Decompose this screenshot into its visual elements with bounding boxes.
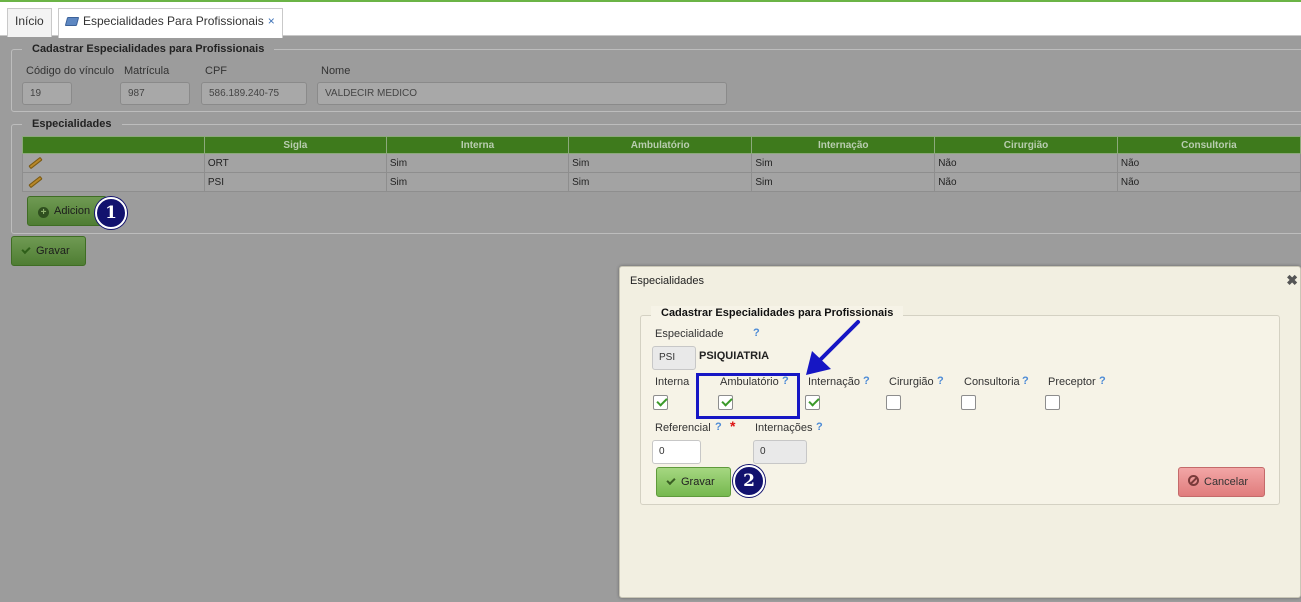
dialog-cancel-button[interactable]: Cancelar [1178, 467, 1265, 497]
document-icon [64, 17, 80, 26]
especialidades-legend: Especialidades [22, 116, 122, 132]
dialog-save-label: Gravar [681, 476, 715, 488]
help-icon[interactable]: ? [937, 375, 944, 387]
column-header[interactable]: Sigla [203, 136, 387, 154]
pencil-icon[interactable] [28, 175, 43, 189]
checkmark-icon [666, 475, 676, 486]
table-cell: Sim [751, 153, 936, 173]
close-icon[interactable]: ✖ [1286, 272, 1298, 289]
plus-circle-icon: + [38, 207, 49, 218]
highlight-box [696, 373, 800, 419]
column-header-actions [22, 136, 205, 154]
cpf-field[interactable]: 586.189.240-75 [201, 82, 307, 105]
table-cell: Sim [385, 153, 570, 173]
matricula-label: Matrícula [124, 65, 170, 77]
codigo-label: Código do vínculo [26, 65, 115, 77]
especialidades-dialog: Especialidades ✖ Cadastrar Especialidade… [619, 266, 1301, 598]
tab-bar: Início Especialidades Para Profissionais… [0, 0, 1301, 38]
cpf-label: CPF [205, 65, 227, 77]
column-header[interactable]: Ambulatório [568, 136, 753, 154]
help-icon[interactable]: ? [715, 421, 722, 433]
help-icon[interactable]: ? [863, 375, 870, 387]
dialog-cancel-label: Cancelar [1204, 476, 1249, 488]
especialidade-label: Especialidade [655, 328, 724, 340]
table-cell: Não [934, 153, 1118, 173]
consultoria-checkbox[interactable] [961, 395, 976, 410]
table-cell: Não [1116, 172, 1301, 192]
interna-label: Interna [655, 376, 690, 388]
column-header[interactable]: Cirurgião [934, 136, 1118, 154]
vinculo-legend: Cadastrar Especialidades para Profission… [22, 41, 275, 57]
main-save-button[interactable]: Gravar [11, 236, 86, 266]
edit-cell [22, 153, 205, 173]
tab-inicio-label: Início [15, 14, 44, 28]
help-icon[interactable]: ? [1022, 375, 1029, 387]
edit-cell [22, 172, 205, 192]
table-cell: PSI [203, 172, 387, 192]
column-header[interactable]: Internação [751, 136, 936, 154]
step-badge-2: 2 [733, 465, 765, 497]
matricula-field[interactable]: 987 [120, 82, 190, 105]
internacoes-field[interactable]: 0 [753, 440, 807, 464]
dialog-legend: Cadastrar Especialidades para Profission… [651, 306, 904, 320]
nome-field[interactable]: VALDECIR MEDICO [317, 82, 727, 105]
table-cell: Não [1116, 153, 1301, 173]
codigo-field[interactable]: 19 [22, 82, 72, 105]
table-row[interactable]: ORT Sim Sim Sim Não Não [22, 153, 1301, 173]
add-button-label: Adicion [54, 205, 91, 217]
help-icon[interactable]: ? [753, 327, 760, 339]
table-cell: Sim [568, 172, 753, 192]
preceptor-checkbox[interactable] [1045, 395, 1060, 410]
cancel-icon [1188, 475, 1199, 486]
preceptor-label: Preceptor [1048, 376, 1096, 388]
internacoes-label: Internações [755, 422, 813, 434]
cirurgiao-label: Cirurgião [889, 376, 934, 388]
interna-checkbox[interactable] [653, 395, 668, 410]
annotation-arrow-icon [806, 320, 860, 375]
internacao-checkbox[interactable] [805, 395, 820, 410]
column-header[interactable]: Consultoria [1116, 136, 1301, 154]
dialog-save-button[interactable]: Gravar [656, 467, 731, 497]
main-save-label: Gravar [36, 245, 70, 257]
column-header[interactable]: Interna [385, 136, 570, 154]
step-badge-1: 1 [95, 197, 127, 229]
tab-inicio[interactable]: Início [7, 8, 52, 37]
referencial-label: Referencial [655, 422, 711, 434]
required-asterisk: * [730, 418, 736, 434]
tab-especialidades[interactable]: Especialidades Para Profissionais × [58, 8, 283, 38]
table-cell: Sim [568, 153, 753, 173]
tab-especialidades-label: Especialidades Para Profissionais [83, 14, 264, 28]
pencil-icon[interactable] [28, 156, 43, 170]
close-tab-icon[interactable]: × [268, 14, 275, 28]
cirurgiao-checkbox[interactable] [886, 395, 901, 410]
especialidade-code-field[interactable]: PSI [652, 346, 696, 370]
table-header-row: Sigla Interna Ambulatório Internação Cir… [22, 136, 1301, 154]
dialog-title: Especialidades [630, 275, 704, 287]
especialidade-name: PSIQUIATRIA [699, 350, 770, 362]
table-row[interactable]: PSI Sim Sim Sim Não Não [22, 172, 1301, 192]
especialidades-table: Sigla Interna Ambulatório Internação Cir… [22, 136, 1301, 192]
referencial-field[interactable]: 0 [652, 440, 701, 464]
help-icon[interactable]: ? [1099, 375, 1106, 387]
table-cell: Não [934, 172, 1118, 192]
nome-label: Nome [321, 65, 351, 77]
table-cell: Sim [385, 172, 570, 192]
checkmark-icon [21, 244, 31, 255]
table-cell: Sim [751, 172, 936, 192]
consultoria-label: Consultoria [964, 376, 1020, 388]
table-cell: ORT [203, 153, 387, 173]
help-icon[interactable]: ? [816, 421, 823, 433]
